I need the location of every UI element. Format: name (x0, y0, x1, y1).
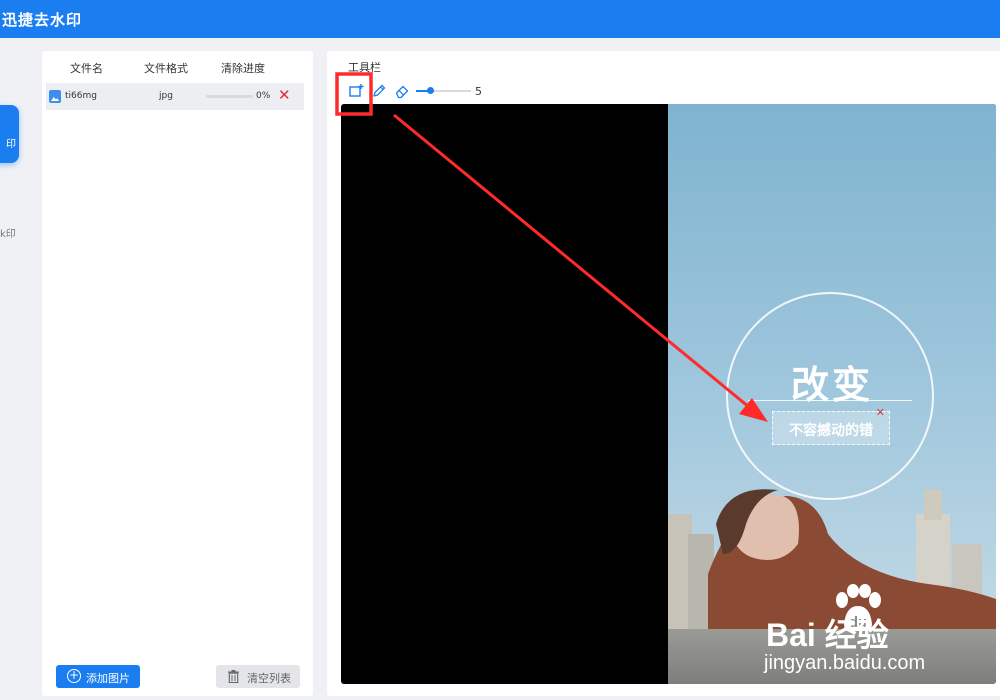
clear-list-button[interactable]: 清空列表 (216, 665, 300, 688)
selected-text: 不容撼动的错 (789, 423, 873, 439)
watermark-brand: Bai 经验 (766, 617, 889, 653)
file-list-panel: 文件名 文件格式 清除进度 ti66mg jpg 0% ✕ + 添加图片 清空列… (42, 51, 313, 696)
header-filename: 文件名 (70, 62, 103, 75)
pencil-icon[interactable] (371, 83, 387, 99)
app-title: 迅捷去水印 (2, 11, 83, 29)
file-format: jpg (159, 91, 173, 101)
slider-thumb[interactable] (426, 87, 434, 94)
progress-bar (206, 95, 253, 98)
circle-divider (748, 400, 912, 401)
image-file-icon (49, 90, 61, 103)
brush-size-slider[interactable] (416, 87, 471, 94)
editor-panel: 工具栏 5 改变 不容撼动的错 ✕ du Bai 经验 jingyan.baid… (327, 51, 1000, 696)
watermark-url: jingyan.baidu.com (764, 652, 926, 674)
progress-percent: 0% (256, 91, 271, 101)
title-bar: 迅捷去水印 (0, 0, 1000, 38)
eraser-icon[interactable] (394, 83, 410, 99)
left-nav: 印 k印 (0, 38, 30, 700)
file-row[interactable]: ti66mg jpg 0% ✕ (46, 83, 304, 110)
image-canvas[interactable]: 改变 不容撼动的错 ✕ du Bai 经验 jingyan.baidu.com (341, 104, 996, 684)
header-format: 文件格式 (144, 62, 188, 75)
nav-item-secondary[interactable]: k印 (0, 225, 16, 240)
brush-size-value: 5 (475, 85, 482, 98)
delete-file-icon[interactable]: ✕ (278, 88, 291, 103)
add-circle-icon: + (67, 668, 81, 683)
rect-select-icon[interactable] (348, 83, 364, 99)
nav-item-watermark-remove[interactable]: 印 (0, 105, 19, 163)
toolbar-label: 工具栏 (348, 61, 381, 74)
selection-box[interactable]: 不容撼动的错 ✕ (772, 406, 890, 445)
trash-icon (228, 670, 239, 683)
add-image-label: 添加图片 (86, 672, 130, 685)
add-image-button[interactable]: + 添加图片 (56, 665, 140, 688)
remove-selection-icon[interactable]: ✕ (876, 406, 885, 419)
header-progress: 清除进度 (221, 62, 265, 75)
preview-image: 改变 不容撼动的错 ✕ du Bai 经验 jingyan.baidu.com (668, 104, 996, 684)
nav-item-label: 印 (6, 139, 16, 150)
file-name: ti66mg (65, 91, 97, 101)
clear-list-label: 清空列表 (247, 672, 291, 685)
file-list-header: 文件名 文件格式 清除进度 (42, 51, 313, 81)
